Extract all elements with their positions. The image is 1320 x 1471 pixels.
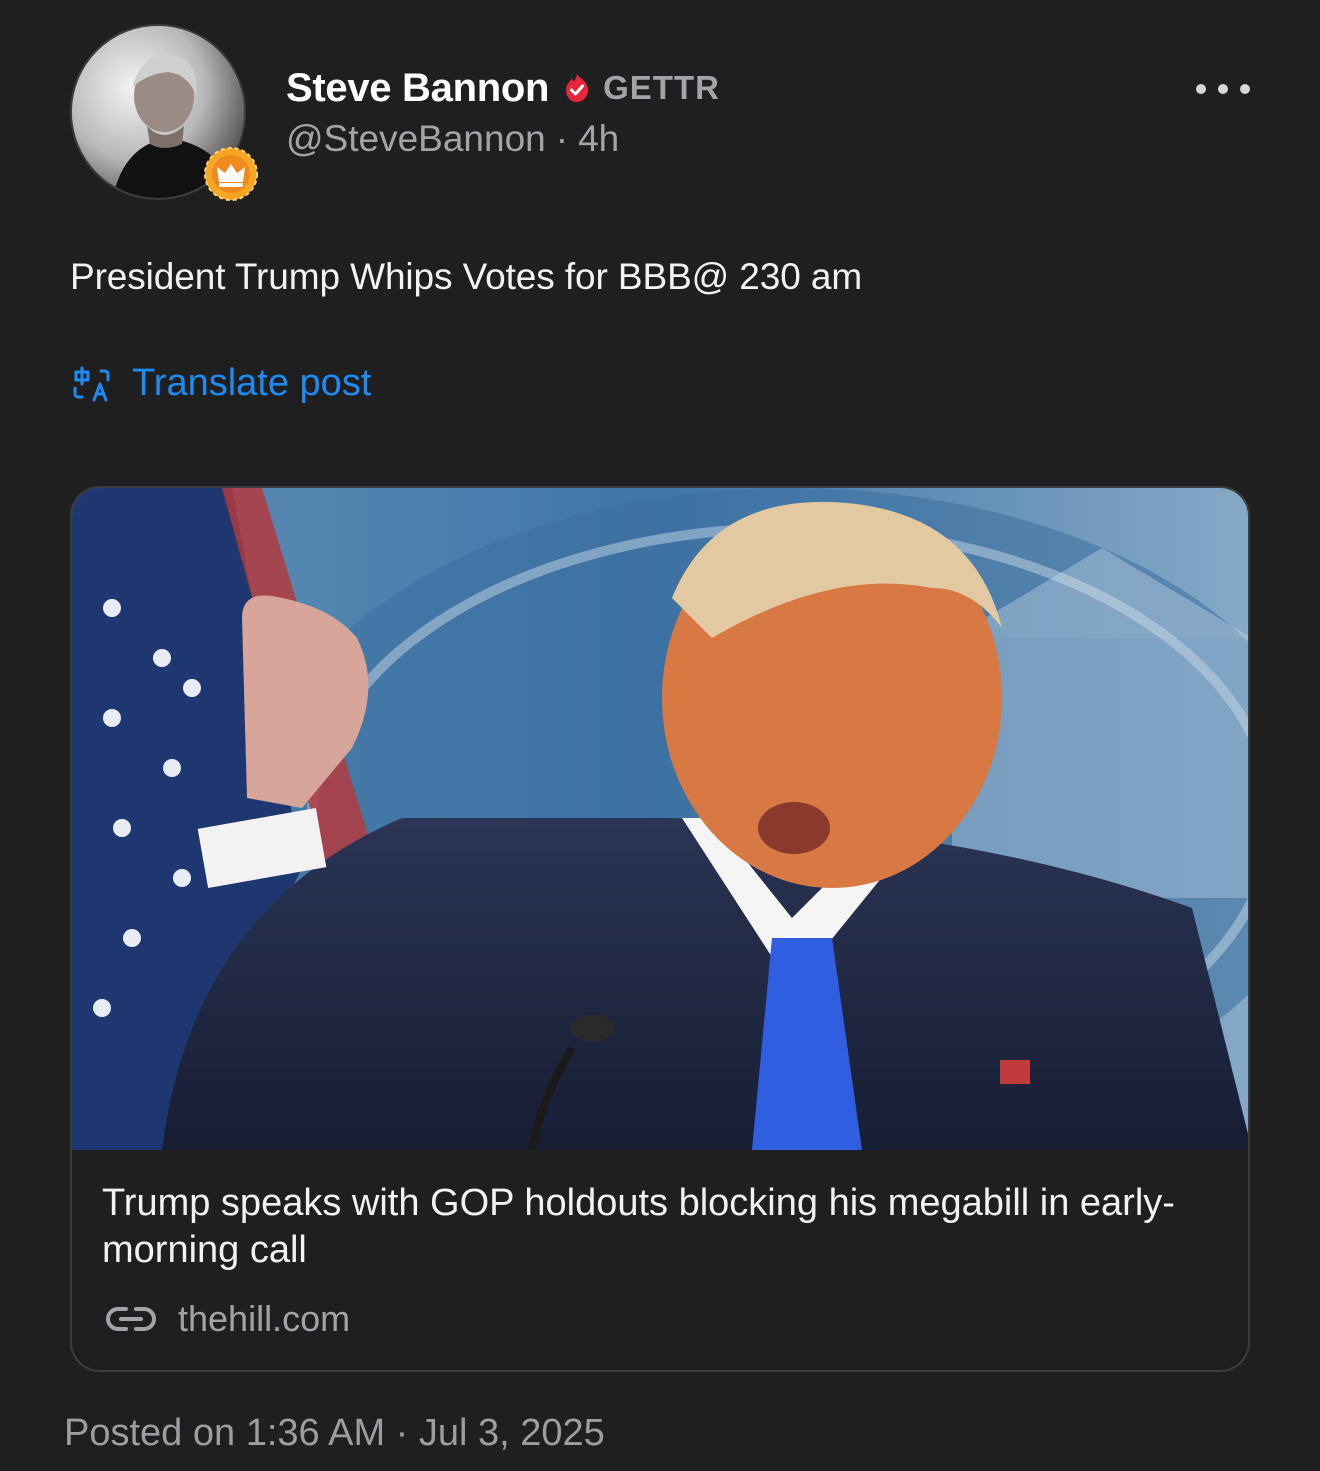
link-card-domain: thehill.com <box>178 1298 351 1339</box>
post-container: Steve Bannon GETTR @SteveBannon · 4h Pre… <box>0 0 1320 1471</box>
author-handle[interactable]: @SteveBannon <box>286 118 546 160</box>
author-name-row: Steve Bannon GETTR <box>286 62 720 114</box>
author-name[interactable]: Steve Bannon <box>286 66 549 111</box>
translate-button[interactable]: Translate post <box>72 362 371 405</box>
translate-label: Translate post <box>132 362 372 404</box>
link-preview-card[interactable]: Trump speaks with GOP holdouts blocking … <box>70 486 1250 1372</box>
news-photo <box>72 488 1248 1150</box>
link-card-title: Trump speaks with GOP holdouts blocking … <box>102 1182 1175 1271</box>
author-meta: @SteveBannon · 4h <box>286 118 619 160</box>
link-icon <box>106 1307 156 1331</box>
link-card-domain-row: thehill.com <box>104 1298 350 1340</box>
more-dots-icon[interactable] <box>1192 74 1254 104</box>
meta-separator: · <box>555 118 569 159</box>
verified-icon <box>566 74 589 102</box>
platform-label: GETTR <box>603 69 720 106</box>
post-age: 4h <box>578 118 620 159</box>
posted-timestamp: Posted on 1:36 AM · Jul 3, 2025 <box>64 1412 605 1454</box>
post-text: President Trump Whips Votes for BBB@ 230… <box>70 256 863 297</box>
translate-icon <box>73 366 110 401</box>
crown-icon <box>204 147 258 201</box>
